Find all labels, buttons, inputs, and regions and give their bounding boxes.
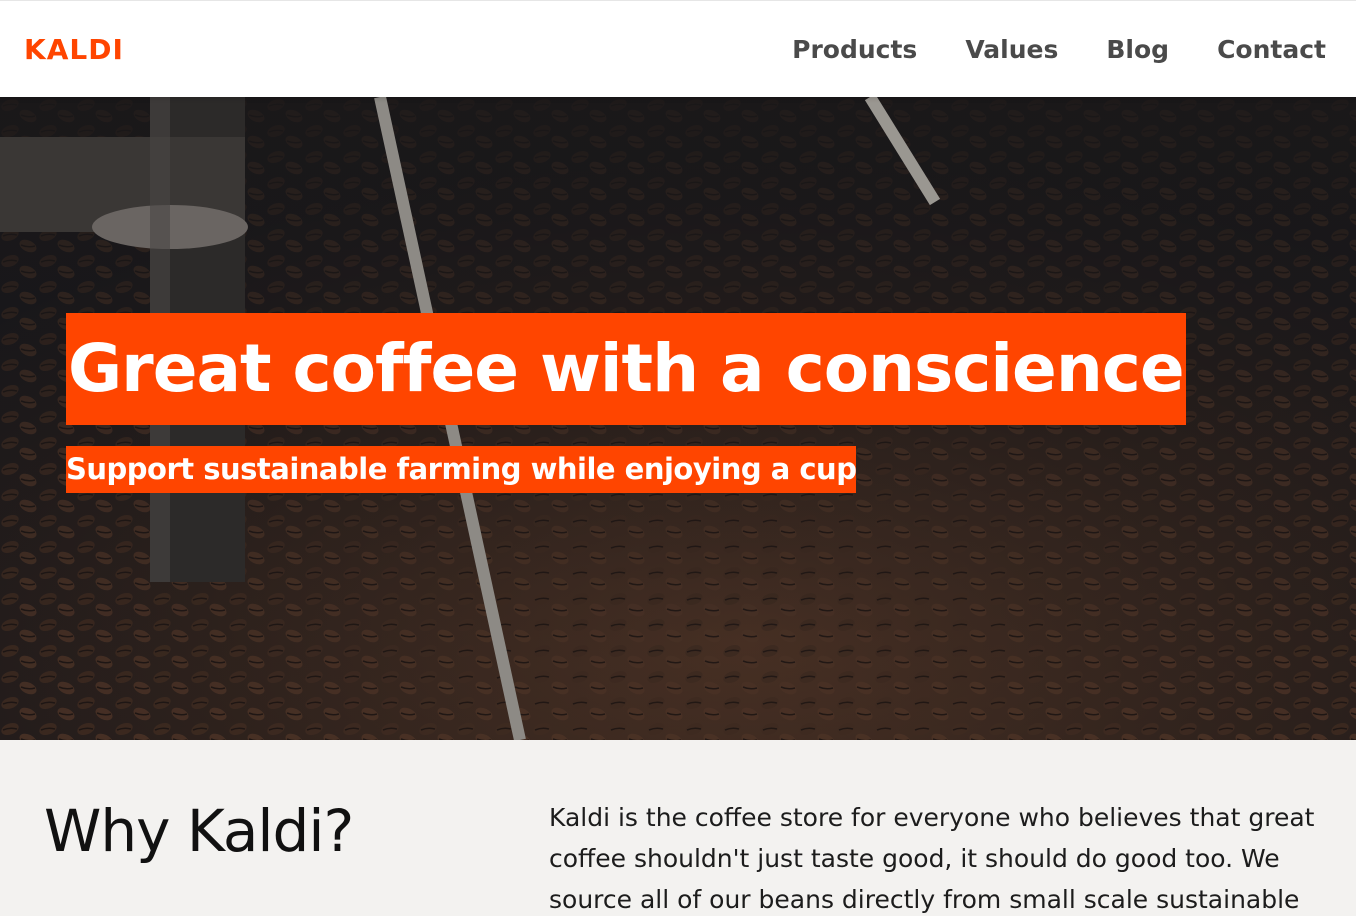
nav-values-link[interactable]: Values [965, 33, 1058, 67]
nav-contact-link[interactable]: Contact [1217, 33, 1326, 67]
main-nav: Products Values Blog Contact [744, 33, 1326, 67]
nav-blog-link[interactable]: Blog [1106, 33, 1169, 67]
nav-products-link[interactable]: Products [792, 33, 917, 67]
section-body-text: Kaldi is the coffee store for everyone w… [549, 803, 1315, 914]
hero-section: Great coffee with a conscience Support s… [0, 97, 1356, 740]
hero-title: Great coffee with a conscience [66, 313, 1186, 425]
section-title: Why Kaldi? [44, 797, 354, 865]
logo[interactable]: KALDI [24, 33, 124, 67]
hero-subtitle: Support sustainable farming while enjoyi… [66, 446, 857, 493]
why-kaldi-section: Why Kaldi? Kaldi is the coffee store for… [0, 740, 1356, 916]
site-header: KALDI Products Values Blog Contact [0, 0, 1356, 97]
